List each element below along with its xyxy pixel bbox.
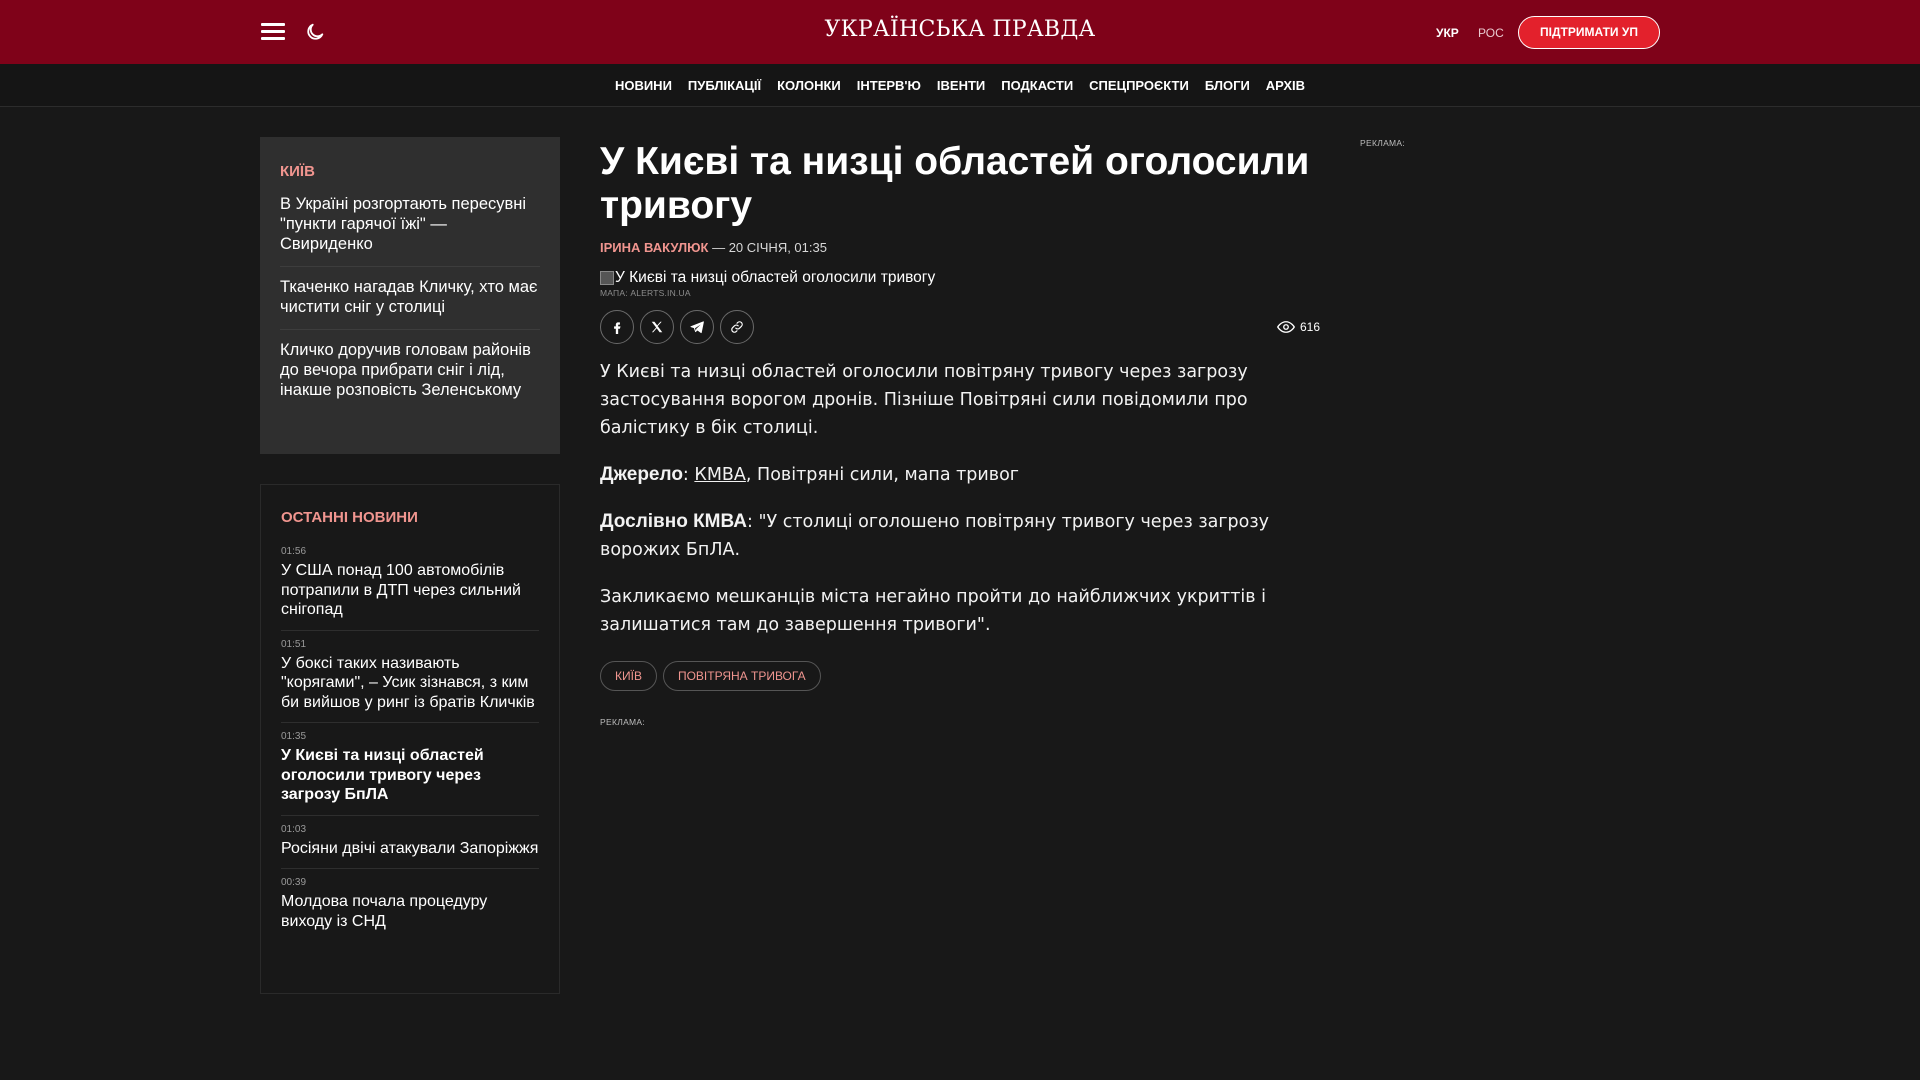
telegram-share-button[interactable] (680, 310, 714, 344)
news-headline[interactable]: У Києві та низці областей оголосили трив… (281, 746, 539, 805)
news-headline[interactable]: У боксі таких називають "корягами", – Ус… (281, 654, 539, 713)
latest-news-item-current[interactable]: 01:35 У Києві та низці областей оголосил… (281, 723, 539, 816)
city-title[interactable]: КИЇВ (280, 163, 540, 180)
nav-publications[interactable]: ПУБЛІКАЦІЇ (688, 78, 761, 93)
image-credit: МАПА: ALERTS.IN.UA (600, 288, 691, 298)
nav-blogs[interactable]: БЛОГИ (1205, 78, 1250, 93)
publish-date: — 20 СІЧНЯ, 01:35 (708, 240, 827, 255)
news-time: 01:35 (281, 731, 307, 742)
nav-podcasts[interactable]: ПОДКАСТИ (1001, 78, 1073, 93)
news-time: 01:03 (281, 823, 307, 835)
lang-ukr-link[interactable]: УКР (1436, 26, 1459, 40)
support-button[interactable]: ПІДТРИМАТИ УП (1518, 16, 1660, 49)
news-time: 00:39 (281, 877, 307, 888)
facebook-share-button[interactable] (600, 310, 634, 344)
source-paragraph: Джерело: КМВА, Повітряні сили, мапа трив… (600, 461, 1320, 489)
nav-interviews[interactable]: ІНТЕРВ'Ю (857, 78, 921, 93)
nav-columns[interactable]: КОЛОНКИ (777, 78, 841, 93)
article: У Києві та низці областей оголосили трив… (600, 140, 1320, 727)
city-news-item[interactable]: В Україні розгортають пересувні "пункти … (280, 194, 540, 267)
views-count: 616 (1299, 320, 1320, 334)
main-nav: НОВИНИ ПУБЛІКАЦІЇ КОЛОНКИ ІНТЕРВ'Ю ІВЕНТ… (0, 64, 1920, 107)
latest-news-item[interactable]: 01:51 У боксі таких називають "корягами"… (281, 631, 539, 723)
telegram-icon (690, 321, 704, 334)
latest-news-item[interactable]: 01:56 У США понад 100 автомобілів потрап… (281, 538, 539, 631)
tag-air-alert[interactable]: ПОВІТРЯНА ТРИВОГА (662, 661, 821, 691)
article-title: У Києві та низці областей оголосили трив… (600, 140, 1310, 227)
news-headline[interactable]: Росіяни двічі атакували Запоріжжя (281, 839, 539, 859)
tags: КИЇВ ПОВІТРЯНА ТРИВОГА (600, 661, 1320, 691)
news-time: 01:51 (281, 638, 307, 650)
lang-ros-link[interactable]: РОС (1478, 26, 1504, 40)
quote-paragraph: Дослівно КМВА: "У столиці оголошено пові… (600, 508, 1320, 564)
nav-special-projects[interactable]: СПЕЦПРОЄКТИ (1089, 78, 1189, 93)
copy-link-button[interactable] (720, 310, 754, 344)
broken-image-icon (600, 271, 614, 285)
source-label: Джерело (600, 464, 683, 485)
x-icon (651, 321, 663, 333)
article-paragraph: У Києві та низці областей оголосили пові… (600, 362, 1248, 438)
source-link[interactable]: КМВА (694, 465, 746, 485)
latest-news-title: ОСТАННІ НОВИНИ (281, 509, 418, 526)
byline: ІРИНА ВАКУЛЮК — 20 СІЧНЯ, 01:35 (600, 240, 1320, 255)
nav-archive[interactable]: АРХІВ (1266, 78, 1305, 93)
ad-label: РЕКЛАМА: (600, 717, 646, 727)
news-headline[interactable]: Молдова почала процедуру виходу із СНД (281, 892, 539, 931)
city-news-item[interactable]: Ткаченко нагадав Кличку, хто має чистити… (280, 267, 540, 330)
source-rest: , Повітряні сили, мапа тривог (745, 465, 1019, 485)
article-paragraph: Закликаємо мешканців міста негайно пройт… (600, 587, 1266, 635)
city-news-box: КИЇВ В Україні розгортають пересувні "пу… (260, 137, 560, 454)
views-counter: 616 (1276, 320, 1320, 334)
news-headline[interactable]: У США понад 100 автомобілів потрапили в … (281, 561, 539, 620)
link-icon (731, 321, 743, 333)
eye-icon (1276, 321, 1295, 333)
latest-news-box: ОСТАННІ НОВИНИ 01:56 У США понад 100 авт… (260, 484, 560, 994)
author-link[interactable]: ІРИНА ВАКУЛЮК (600, 240, 708, 255)
x-share-button[interactable] (640, 310, 674, 344)
image-alt-text: У Києві та низці областей оголосили трив… (615, 269, 936, 286)
article-image: У Києві та низці областей оголосили трив… (600, 269, 1320, 287)
city-news-item[interactable]: Кличко доручив головам районів до вечора… (280, 330, 540, 412)
quote-label: Дослівно КМВА (600, 511, 747, 532)
tag-kyiv[interactable]: КИЇВ (600, 661, 657, 691)
latest-news-item[interactable]: 00:39 Молдова почала процедуру виходу із… (281, 869, 539, 941)
facebook-icon (614, 322, 621, 334)
latest-news-item[interactable]: 01:03 Росіяни двічі атакували Запоріжжя (281, 816, 539, 869)
top-bar: УКРАЇНСЬКА ПРАВДА УКР РОС ПІДТРИМАТИ УП (0, 0, 1920, 64)
nav-events[interactable]: ІВЕНТИ (937, 78, 985, 93)
ad-label-sidebar: РЕКЛАМА: (1360, 138, 1406, 148)
source-colon: : (682, 465, 695, 485)
share-row: 616 (600, 310, 1320, 346)
nav-news[interactable]: НОВИНИ (615, 78, 672, 93)
news-time: 01:56 (281, 546, 307, 557)
